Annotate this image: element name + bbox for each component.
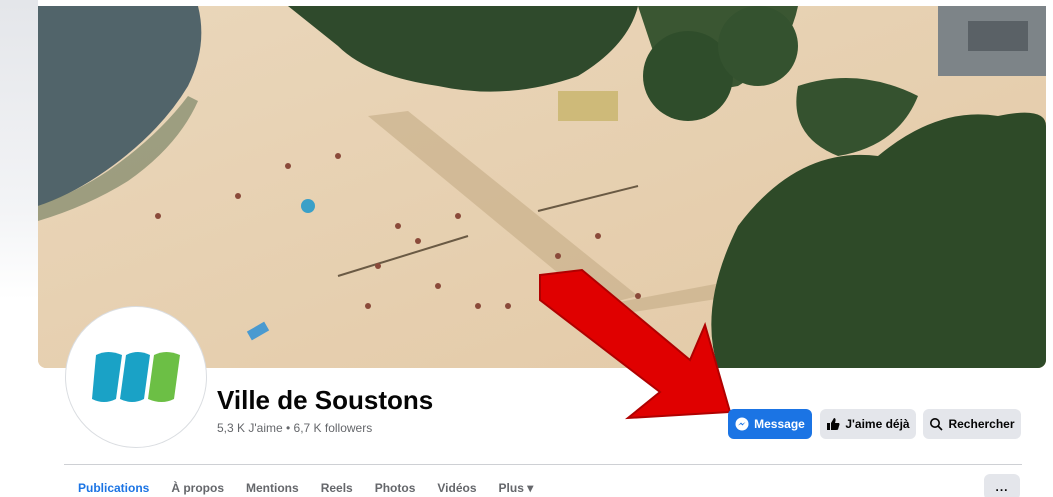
soustons-logo-icon bbox=[92, 352, 180, 402]
messenger-icon bbox=[735, 417, 749, 431]
tab-a-propos[interactable]: À propos bbox=[171, 481, 224, 495]
page-stats: 5,3 K J'aime • 6,7 K followers bbox=[217, 421, 373, 435]
search-label: Rechercher bbox=[948, 417, 1015, 431]
cover-photo[interactable] bbox=[38, 6, 1046, 368]
header-divider bbox=[64, 464, 1022, 465]
page-tabs: Publications À propos Mentions Reels Pho… bbox=[78, 481, 555, 495]
more-options-button[interactable]: ... bbox=[984, 474, 1020, 497]
thumbs-up-icon bbox=[827, 418, 840, 430]
tab-plus[interactable]: Plus ▾ bbox=[499, 481, 534, 495]
magnifier-icon bbox=[930, 418, 944, 431]
tab-mentions[interactable]: Mentions bbox=[246, 481, 299, 495]
like-label: J'aime déjà bbox=[845, 417, 910, 431]
message-button[interactable]: Message bbox=[728, 409, 812, 439]
tab-reels[interactable]: Reels bbox=[321, 481, 353, 495]
tab-plus-label: Plus bbox=[498, 481, 524, 495]
search-page-button[interactable]: Rechercher bbox=[923, 409, 1021, 439]
tab-publications[interactable]: Publications bbox=[78, 481, 149, 495]
message-label: Message bbox=[754, 417, 805, 431]
page-title: Ville de Soustons bbox=[217, 385, 434, 415]
beach-aerial-photo bbox=[38, 6, 1046, 368]
caret-down-icon: ▾ bbox=[527, 481, 534, 495]
tab-photos[interactable]: Photos bbox=[375, 481, 416, 495]
profile-avatar[interactable] bbox=[66, 307, 206, 447]
tab-videos[interactable]: Vidéos bbox=[437, 481, 476, 495]
left-gradient-strip bbox=[0, 0, 38, 300]
like-page-button[interactable]: J'aime déjà bbox=[820, 409, 916, 439]
